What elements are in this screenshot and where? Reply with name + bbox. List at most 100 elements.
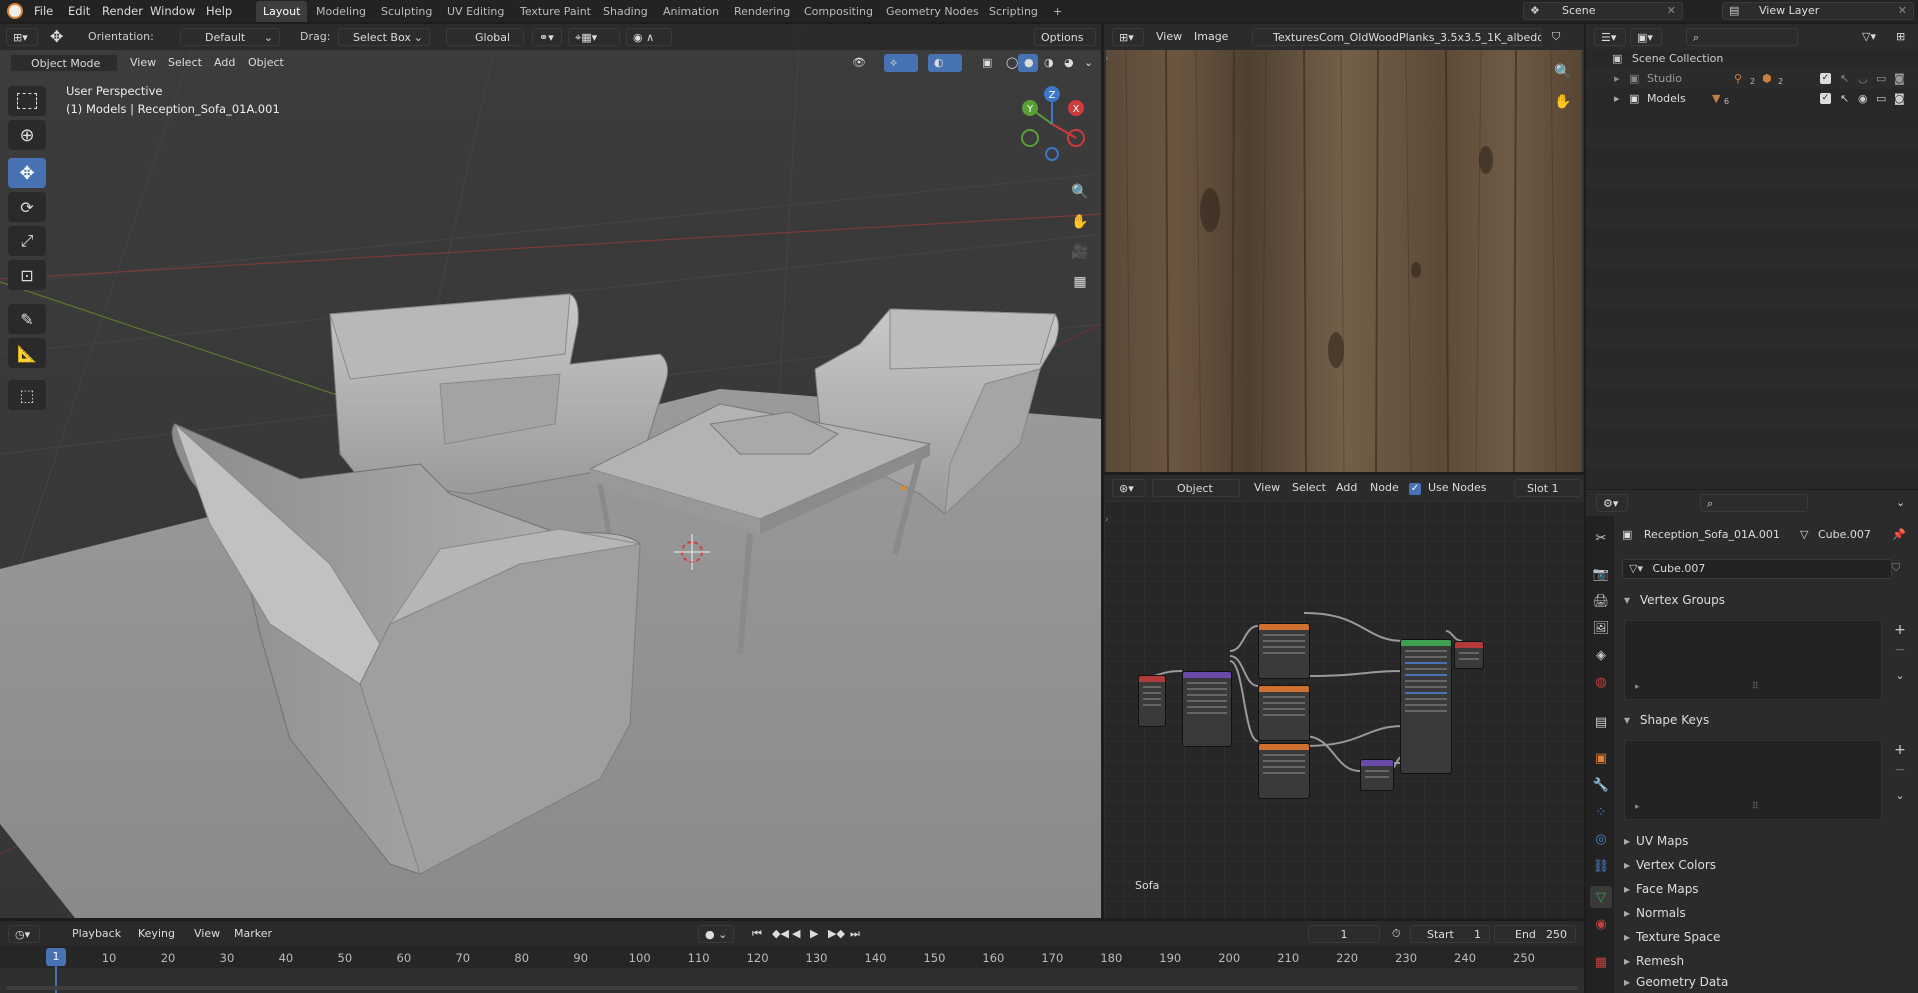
outliner-type-button[interactable]: ☰▾	[1594, 28, 1626, 46]
image-editor[interactable]: ⊞▾ View Image TexturesCom_OldWoodPlanks_…	[1104, 24, 1584, 472]
image-zoom-icon[interactable]: 🔍	[1550, 59, 1576, 85]
scene-close-icon[interactable]: ✕	[1667, 4, 1676, 17]
current-frame-field[interactable]: 1	[1308, 925, 1380, 943]
material-output-node[interactable]	[1454, 641, 1484, 669]
tool-properties-icon[interactable]: ✂	[1590, 527, 1612, 549]
mode-dropdown[interactable]: Object Mode	[10, 54, 118, 72]
exclude-checkbox[interactable]: ✓	[1820, 73, 1831, 84]
move-tool[interactable]: ✥	[8, 158, 46, 188]
image-texture-node-3[interactable]	[1258, 743, 1310, 799]
render-disable-icon[interactable]: ◙	[1894, 69, 1905, 89]
node-menu-node[interactable]: Node	[1364, 479, 1405, 497]
timeline-menu-view[interactable]: View	[188, 925, 226, 943]
slot-dropdown[interactable]: Slot 1	[1514, 479, 1582, 497]
image-menu-image[interactable]: Image	[1188, 28, 1234, 46]
transform-tool[interactable]: ⊡	[8, 260, 46, 290]
outliner-row-models[interactable]: ▸ ▣ Models ▼ 6 ✓ ↖ ◉ ▭ ◙	[1586, 89, 1918, 109]
annotate-tool[interactable]: ✎	[8, 304, 46, 334]
panel-uv-maps[interactable]: ▸ UV Maps	[1616, 829, 1916, 853]
play-icon[interactable]: ▶	[804, 925, 822, 943]
vertex-group-menu-icon[interactable]: ⌄	[1892, 668, 1908, 684]
render-disable-icon[interactable]: ◙	[1894, 89, 1905, 109]
pin-icon[interactable]: 📌	[1892, 524, 1906, 546]
scale-tool[interactable]: ⤢	[8, 226, 46, 256]
remove-vertex-group-button[interactable]: −	[1892, 642, 1908, 658]
end-frame-field[interactable]: End 250	[1494, 925, 1576, 943]
menu-file[interactable]: File	[28, 0, 59, 22]
select-arrow-icon[interactable]: ↖	[1840, 69, 1849, 89]
tab-sculpting[interactable]: Sculpting	[374, 1, 439, 22]
viewport-menu-select[interactable]: Select	[162, 54, 208, 72]
add-cube-tool[interactable]: ⬚	[8, 380, 46, 410]
navigation-gizmo[interactable]: Z X Y	[1012, 84, 1092, 164]
snap-dropdown[interactable]: ⌖▦▾	[568, 28, 620, 46]
shading-options-icon[interactable]: ⌄	[1078, 54, 1096, 72]
zoom-icon[interactable]: 🔍	[1067, 179, 1093, 205]
list-resize-grip-icon[interactable]: ⠿	[1752, 682, 1759, 692]
menu-window[interactable]: Window	[144, 0, 201, 22]
tab-animation[interactable]: Animation	[656, 1, 726, 22]
add-shape-key-button[interactable]: +	[1892, 742, 1908, 758]
panel-texture-space[interactable]: ▸ Texture Space	[1616, 925, 1916, 949]
outliner-display-mode-button[interactable]: ▣▾	[1630, 28, 1662, 46]
output-properties-icon[interactable]: 🖨	[1590, 590, 1612, 612]
view-layer-properties-icon[interactable]: 🖼	[1590, 617, 1612, 639]
select-arrow-icon[interactable]: ↖	[1840, 89, 1849, 109]
solid-shading-icon[interactable]: ●	[1018, 54, 1038, 72]
start-frame-field[interactable]: Start 1	[1410, 925, 1490, 943]
sidebar-toggle-icon[interactable]: ›	[1105, 54, 1109, 64]
tab-layout[interactable]: Layout	[256, 1, 308, 22]
tab-uv-editing[interactable]: UV Editing	[440, 1, 511, 22]
texture-coordinate-node[interactable]	[1138, 675, 1166, 727]
render-properties-icon[interactable]: 📷	[1590, 563, 1612, 585]
image-menu-view[interactable]: View	[1150, 28, 1188, 46]
pan-hand-icon[interactable]: ✋	[1067, 209, 1093, 235]
texture-properties-icon[interactable]: ▦	[1590, 951, 1612, 973]
overlay-toggle-icon[interactable]: ◐	[928, 54, 962, 72]
panel-shape-keys[interactable]: ▾ Shape Keys	[1616, 708, 1916, 732]
viewport-menu-view[interactable]: View	[124, 54, 162, 72]
node-object-dropdown[interactable]: Object	[1152, 479, 1240, 497]
shape-key-menu-icon[interactable]: ⌄	[1892, 788, 1908, 804]
panel-remesh[interactable]: ▸ Remesh	[1616, 949, 1916, 973]
image-pan-hand-icon[interactable]: ✋	[1550, 89, 1576, 115]
scene-collection-row[interactable]: ▣ Scene Collection	[1586, 49, 1918, 69]
principled-bsdf-node[interactable]	[1400, 639, 1452, 774]
playhead[interactable]: 1	[46, 948, 66, 966]
material-properties-icon[interactable]: ◉	[1590, 913, 1612, 935]
rotate-tool[interactable]: ⟳	[8, 192, 46, 222]
measure-tool[interactable]: 📐	[8, 338, 46, 368]
gizmo-toggle-icon[interactable]: ⟡	[884, 54, 918, 72]
view-layer-close-icon[interactable]: ✕	[1898, 4, 1907, 17]
fake-user-shield-icon[interactable]: ⛉	[1892, 561, 1900, 575]
camera-view-icon[interactable]: 🎥	[1067, 239, 1093, 265]
expand-arrow-icon[interactable]: ▸	[1614, 92, 1620, 105]
hidden-eye-icon[interactable]: ◡	[1858, 69, 1868, 89]
drag-dropdown[interactable]: Select Box ⌄	[338, 28, 430, 46]
jump-end-icon[interactable]: ⏭	[844, 925, 862, 943]
mesh-data-selector[interactable]: ▽▾ Cube.007	[1622, 559, 1892, 579]
timeline-menu-marker[interactable]: Marker	[228, 925, 278, 943]
blender-logo-icon[interactable]	[7, 3, 23, 19]
list-expand-arrow-icon[interactable]: ▸	[1635, 682, 1640, 692]
add-vertex-group-button[interactable]: +	[1892, 622, 1908, 638]
list-expand-arrow-icon[interactable]: ▸	[1635, 802, 1640, 812]
mesh-browse-icon[interactable]: ▽▾	[1629, 562, 1643, 575]
tab-modeling[interactable]: Modeling	[309, 1, 373, 22]
filter-icon[interactable]: ▽▾	[1856, 28, 1884, 46]
expand-arrow-icon[interactable]: ▸	[1614, 72, 1620, 85]
xray-toggle-icon[interactable]: ▣	[976, 54, 996, 72]
viewport-disable-icon[interactable]: ▭	[1876, 69, 1886, 89]
viewport-disable-icon[interactable]: ▭	[1876, 89, 1886, 109]
node-menu-add[interactable]: Add	[1330, 479, 1363, 497]
properties-type-button[interactable]: ⚙▾	[1596, 494, 1628, 512]
options-button[interactable]: Options	[1034, 28, 1096, 46]
normal-map-node[interactable]	[1360, 759, 1394, 791]
timeline-type-button[interactable]: ◷▾	[8, 925, 40, 943]
wireframe-shading-icon[interactable]: ◯	[1000, 54, 1020, 72]
tab-texture-paint[interactable]: Texture Paint	[513, 1, 598, 22]
exclude-checkbox[interactable]: ✓	[1820, 93, 1831, 104]
menu-edit[interactable]: Edit	[62, 0, 96, 22]
tab-compositing[interactable]: Compositing	[797, 1, 880, 22]
image-editor-type-button[interactable]: ⊞▾	[1112, 28, 1144, 46]
